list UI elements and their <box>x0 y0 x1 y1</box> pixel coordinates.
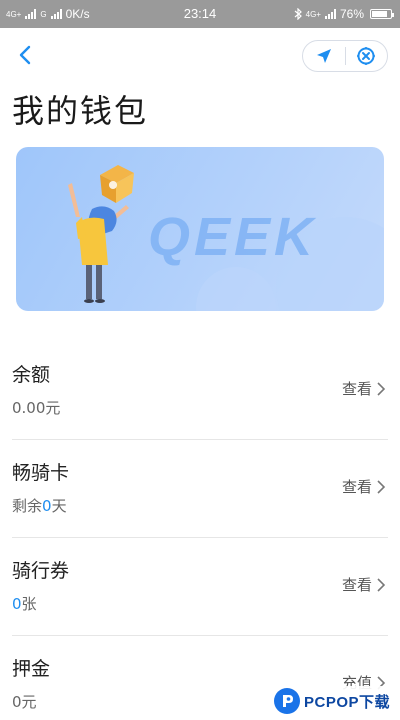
coupon-count: 0张 <box>12 593 37 614</box>
status-right: 4G+ 76% <box>294 7 394 21</box>
chevron-right-icon <box>377 479 386 494</box>
page-title: 我的钱包 <box>12 92 149 130</box>
watermark-logo-icon <box>273 688 300 714</box>
navigation-arrow-icon <box>316 49 331 63</box>
brand-text: QEEK <box>148 207 317 267</box>
capsule-menu <box>302 40 388 72</box>
remaining-prefix: 剩余 <box>12 497 43 515</box>
box-icon <box>100 165 134 203</box>
target-close-icon <box>357 47 376 65</box>
location-button[interactable] <box>303 41 345 71</box>
watermark-text: PCPOP下载 <box>303 693 390 711</box>
view-label: 查看 <box>341 576 372 594</box>
view-ride-card-button[interactable]: 查看 <box>342 476 386 497</box>
banner-illustration: QEEK <box>68 165 384 311</box>
chevron-right-icon <box>377 381 386 396</box>
list-item-balance[interactable]: 余额 0.00元 查看 <box>12 342 388 440</box>
remaining-suffix: 天 <box>51 497 67 515</box>
balance-value: 0.00元 <box>12 399 61 417</box>
nav-bar <box>0 28 400 82</box>
view-coupon-button[interactable]: 查看 <box>342 574 386 595</box>
deposit-value: 0元 <box>12 693 37 711</box>
network-type-3: 4G+ <box>305 9 321 19</box>
person-illustration <box>68 183 129 303</box>
list-item-coupon[interactable]: 骑行券 0张 查看 <box>12 538 388 636</box>
view-label: 查看 <box>341 380 372 398</box>
watermark: PCPOP下载 <box>271 686 396 716</box>
coupon-number: 0 <box>12 595 22 613</box>
chevron-left-icon <box>19 45 31 65</box>
list-item-ride-card[interactable]: 畅骑卡 剩余0天 查看 <box>12 440 388 538</box>
coupon-title: 骑行券 <box>12 560 70 582</box>
bluetooth-icon <box>294 8 302 20</box>
ride-card-remaining: 剩余0天 <box>12 495 67 516</box>
balance-title: 余额 <box>12 364 51 386</box>
wallet-list: 余额 0.00元 查看 畅骑卡 剩余0天 查看 骑行券 0张 查看 押金 0元 … <box>12 342 388 720</box>
back-button[interactable] <box>10 40 40 70</box>
chevron-right-icon <box>377 577 386 592</box>
view-balance-button[interactable]: 查看 <box>342 378 386 399</box>
coupon-unit: 张 <box>21 595 37 613</box>
remaining-days: 0 <box>42 497 52 515</box>
status-bar: 4G+ G 0K/s 23:14 4G+ 76% <box>0 0 400 28</box>
promo-banner[interactable]: QEEK <box>16 147 384 311</box>
ride-card-title: 畅骑卡 <box>12 462 70 484</box>
close-button[interactable] <box>345 41 387 71</box>
battery-icon <box>370 9 394 19</box>
deposit-title: 押金 <box>12 658 51 680</box>
view-label: 查看 <box>341 478 372 496</box>
signal-icon <box>324 9 336 19</box>
battery-percent: 76% <box>339 7 364 21</box>
